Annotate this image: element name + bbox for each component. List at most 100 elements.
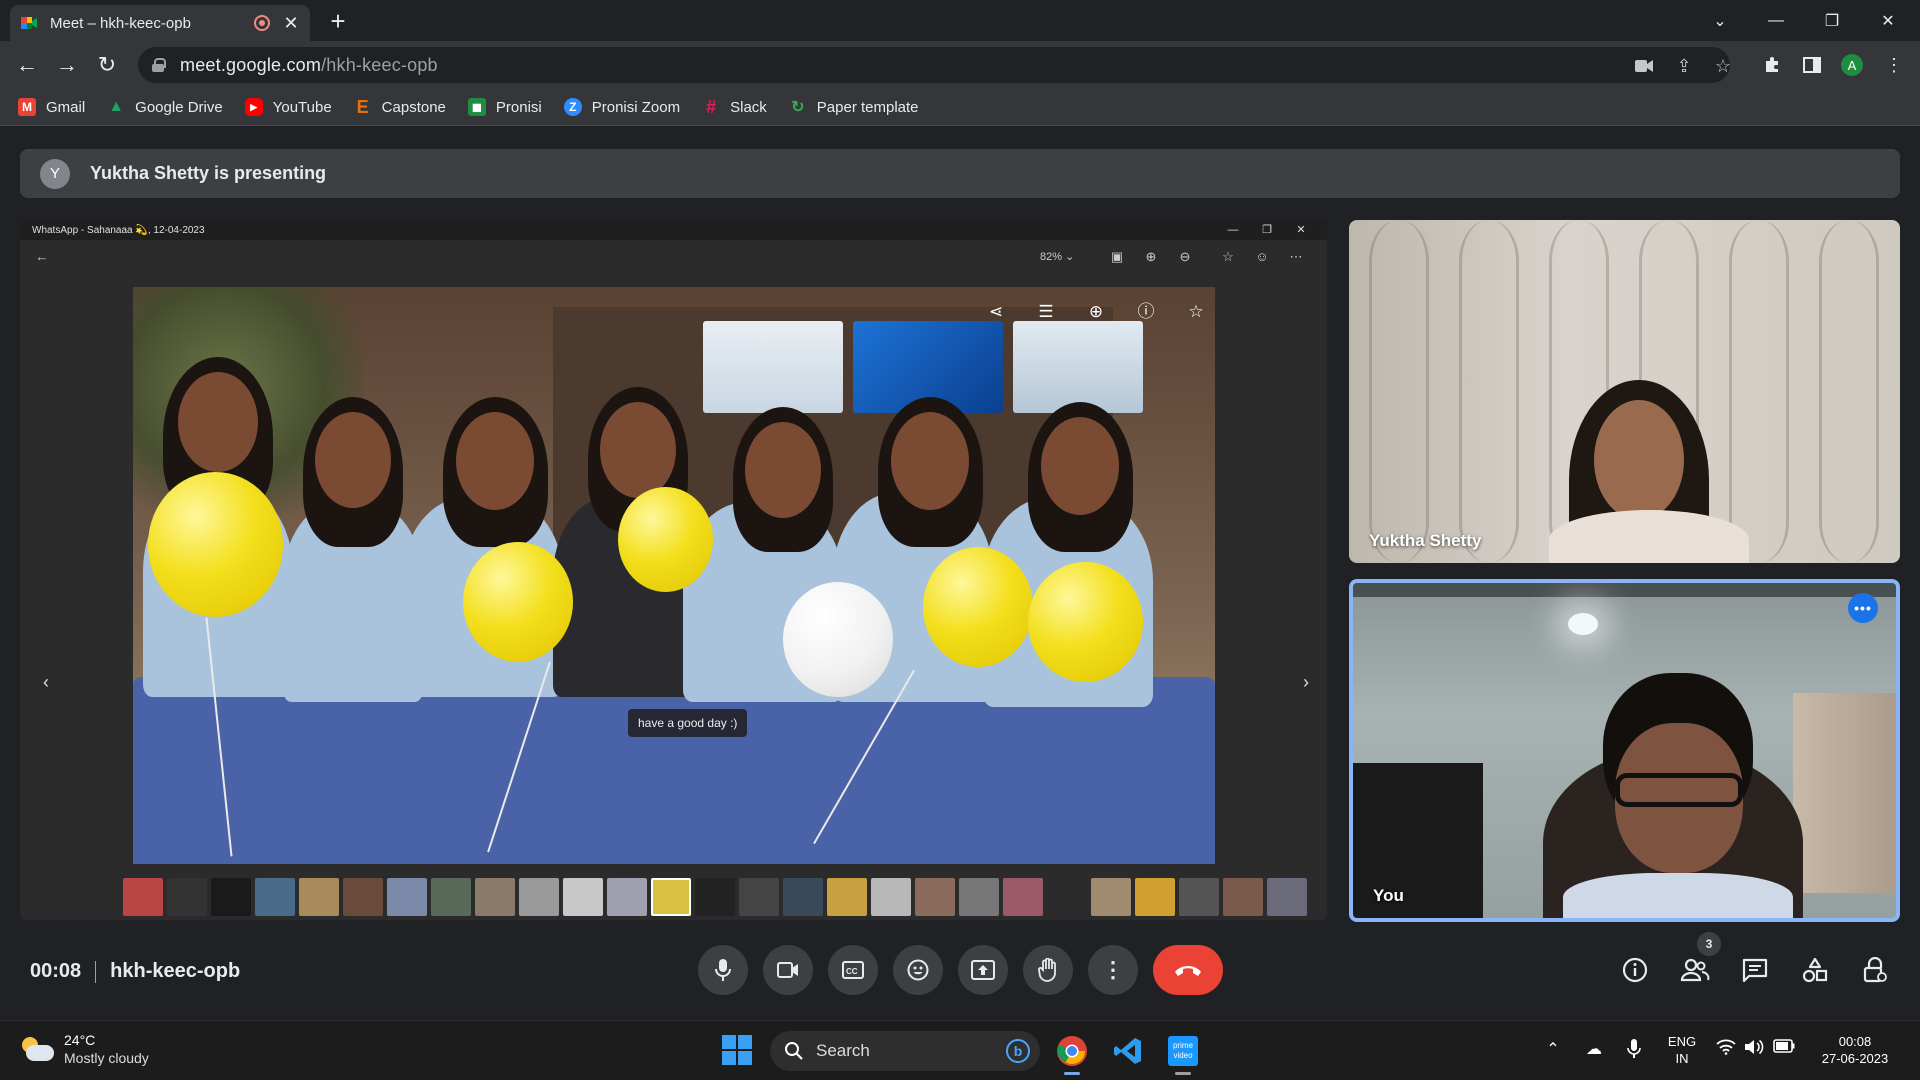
present-now-button[interactable] bbox=[958, 945, 1008, 995]
weather-condition: Mostly cloudy bbox=[64, 1050, 149, 1066]
thumbnail bbox=[475, 878, 515, 916]
microphone-tray-icon[interactable] bbox=[1622, 1039, 1646, 1063]
more-options-button[interactable]: ⋮ bbox=[1088, 945, 1138, 995]
extensions-puzzle-icon[interactable] bbox=[1760, 53, 1784, 77]
elapsed-time: 00:08 bbox=[30, 960, 82, 982]
tab-meet[interactable]: Meet – hkh-keec-opb ✕ bbox=[10, 5, 310, 41]
bookmark-google-drive[interactable]: ▲ Google Drive bbox=[107, 98, 223, 116]
bookmark-capstone[interactable]: E Capstone bbox=[354, 97, 446, 117]
curtain-pattern bbox=[1459, 220, 1519, 563]
thumbnail-selected bbox=[651, 878, 691, 916]
battery-icon[interactable] bbox=[1772, 1039, 1796, 1063]
volume-icon[interactable] bbox=[1742, 1039, 1766, 1063]
restore-button[interactable]: ❐ bbox=[1804, 0, 1860, 41]
raise-hand-icon bbox=[1038, 958, 1056, 982]
meeting-details-button[interactable] bbox=[1618, 953, 1652, 987]
vscode-taskbar-app[interactable] bbox=[1110, 1033, 1146, 1069]
camera-button[interactable] bbox=[763, 945, 813, 995]
photo-face bbox=[891, 412, 969, 510]
host-controls-button[interactable] bbox=[1858, 953, 1892, 987]
close-window-button[interactable]: ✕ bbox=[1860, 0, 1916, 41]
bookmark-paper-template[interactable]: ↻ Paper template bbox=[789, 98, 918, 117]
onedrive-cloud-icon[interactable]: ☁ bbox=[1582, 1039, 1606, 1063]
thumbnail bbox=[1047, 878, 1087, 916]
meeting-code: hkh-keec-opb bbox=[110, 960, 241, 982]
bookmark-label: Pronisi bbox=[495, 98, 542, 116]
bookmark-label: Google Drive bbox=[135, 98, 223, 116]
yellow-balloon bbox=[463, 542, 573, 662]
thumbnail bbox=[739, 878, 779, 916]
participant-name: Yuktha Shetty bbox=[1369, 531, 1482, 550]
camera-in-use-icon[interactable] bbox=[1633, 55, 1655, 77]
participant-glasses bbox=[1615, 773, 1743, 807]
chrome-taskbar-app[interactable] bbox=[1054, 1033, 1090, 1075]
bookmark-pronisi[interactable]: ◼ Pronisi bbox=[467, 98, 542, 116]
chat-button[interactable] bbox=[1738, 953, 1772, 987]
divider bbox=[95, 960, 97, 983]
raise-hand-button[interactable] bbox=[1023, 945, 1073, 995]
favorite-icon: ☆ bbox=[1222, 249, 1234, 264]
vscode-icon bbox=[1114, 1038, 1141, 1064]
language-indicator[interactable]: ENG IN bbox=[1662, 1033, 1702, 1067]
people-button[interactable] bbox=[1678, 953, 1712, 987]
prev-photo-icon: ‹ bbox=[43, 672, 49, 692]
presenting-text: Yuktha Shetty is presenting bbox=[90, 163, 327, 183]
back-arrow-icon[interactable]: ← bbox=[11, 49, 43, 81]
share-icon[interactable]: ⇪ bbox=[1673, 55, 1695, 77]
lock-icon[interactable] bbox=[152, 58, 166, 72]
shared-window-titlebar: WhatsApp - Sahanaaa 💫, 12-04-2023 — ❐ ✕ bbox=[20, 220, 1327, 240]
zoom-level: 82% ⌄ bbox=[1040, 251, 1075, 263]
present-screen-icon bbox=[971, 960, 995, 980]
camera-icon bbox=[777, 962, 798, 978]
wifi-icon[interactable] bbox=[1714, 1039, 1738, 1063]
bookmark-label: Slack bbox=[730, 98, 767, 116]
prime-video-taskbar-app[interactable]: prime video bbox=[1165, 1033, 1201, 1075]
thumbnail bbox=[299, 878, 339, 916]
clock-date: 27-06-2023 bbox=[1821, 1051, 1889, 1066]
ceiling bbox=[1353, 583, 1896, 597]
photo-star-icon: ☆ bbox=[1188, 302, 1204, 321]
thumbnail bbox=[1091, 878, 1131, 916]
curtain-pattern bbox=[1369, 220, 1429, 563]
reactions-button[interactable] bbox=[893, 945, 943, 995]
new-tab-button[interactable]: + bbox=[326, 8, 350, 34]
bookmark-label: Capstone bbox=[381, 98, 446, 116]
tab-search-chevron-icon[interactable]: ⌄ bbox=[1692, 0, 1748, 41]
tile-more-options-button[interactable]: ••• bbox=[1848, 593, 1878, 623]
ceiling-light bbox=[1568, 613, 1598, 635]
white-balloon bbox=[783, 582, 893, 697]
temperature: 24°C bbox=[64, 1032, 96, 1048]
reload-icon[interactable]: ↻ bbox=[91, 49, 123, 81]
bookmark-pronisi-zoom[interactable]: Z Pronisi Zoom bbox=[563, 98, 680, 116]
photo-caption: have a good day :) bbox=[628, 709, 748, 737]
taskbar-search-box[interactable]: Search b bbox=[770, 1031, 1040, 1071]
weather-widget[interactable]: 24°C Mostly cloudy bbox=[20, 1031, 149, 1067]
bookmark-youtube[interactable]: ▶ YouTube bbox=[244, 98, 332, 116]
show-hidden-icons-chevron-icon[interactable]: ⌃ bbox=[1541, 1039, 1565, 1063]
region-code: IN bbox=[1675, 1051, 1689, 1066]
shared-screen: WhatsApp - Sahanaaa 💫, 12-04-2023 — ❐ ✕ … bbox=[20, 220, 1327, 920]
bookmark-gmail[interactable]: M Gmail bbox=[18, 98, 85, 116]
profile-avatar[interactable]: A bbox=[1841, 54, 1863, 76]
minimize-button[interactable]: — bbox=[1748, 0, 1804, 41]
microphone-button[interactable] bbox=[698, 945, 748, 995]
leave-call-button[interactable] bbox=[1153, 945, 1223, 995]
forward-arrow-icon[interactable]: → bbox=[51, 49, 83, 81]
side-panel-icon[interactable] bbox=[1800, 53, 1824, 77]
clock[interactable]: 00:08 27-06-2023 bbox=[1812, 1033, 1898, 1067]
bookmark-star-icon[interactable]: ☆ bbox=[1712, 55, 1734, 77]
participant-tile-you[interactable]: ••• You bbox=[1349, 579, 1900, 922]
thumbnail bbox=[387, 878, 427, 916]
browser-menu-icon[interactable]: ⋮ bbox=[1882, 53, 1906, 77]
meet-stage: Y Yuktha Shetty is presenting WhatsApp -… bbox=[0, 127, 1920, 1020]
bookmark-slack[interactable]: # Slack bbox=[702, 97, 767, 117]
shared-window-title: WhatsApp - Sahanaaa 💫, 12-04-2023 bbox=[32, 224, 205, 236]
thumbnail bbox=[1267, 878, 1307, 916]
participant-tile-yuktha[interactable]: Yuktha Shetty bbox=[1349, 220, 1900, 563]
activities-button[interactable] bbox=[1798, 953, 1832, 987]
tab-close-icon[interactable]: ✕ bbox=[282, 13, 300, 34]
captions-button[interactable]: CC bbox=[828, 945, 878, 995]
photo-info-icon: ⓘ bbox=[1137, 302, 1155, 321]
windows-start-icon[interactable] bbox=[722, 1035, 752, 1065]
address-bar[interactable]: meet.google.com/hkh-keec-opb ⇪ ☆ bbox=[138, 47, 1731, 83]
